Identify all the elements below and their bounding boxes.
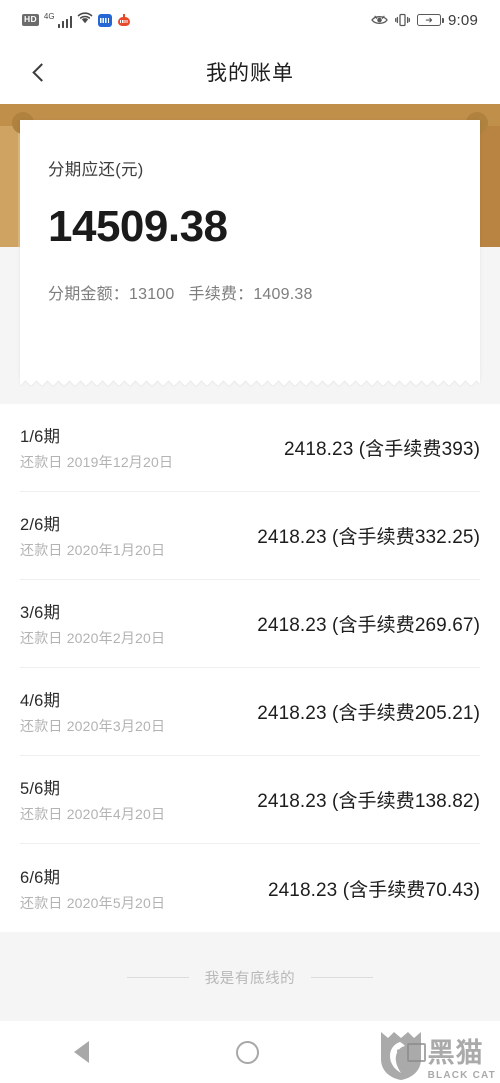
status-clock: 9:09 <box>448 11 478 29</box>
installment-amount: 2418.23 (含手续费205.21) <box>257 703 480 724</box>
page-header: 我的账单 <box>0 40 500 104</box>
summary-banner: 分期应还(元) 14509.38 分期金额：13100 手续费：1409.38 <box>0 104 500 404</box>
installment-due-date: 还款日 2020年4月20日 <box>20 806 166 822</box>
footer-line-left <box>126 976 189 978</box>
receipt-zigzag-edge <box>20 375 480 385</box>
installment-due-date: 还款日 2020年3月20日 <box>20 718 166 734</box>
installment-due-date: 还款日 2019年12月20日 <box>20 454 174 470</box>
installment-amount: 2418.23 (含手续费138.82) <box>257 791 480 812</box>
installment-info: 4/6期还款日 2020年3月20日 <box>20 687 165 736</box>
installment-amount: 2418.23 (含手续费332.25) <box>257 527 480 548</box>
back-button[interactable] <box>16 40 62 104</box>
status-bar: HD 4G ➜ 9:09 <box>0 0 500 40</box>
installment-amount: 2418.23 (含手续费393) <box>283 439 480 460</box>
installment-term: 6/6期 <box>20 868 61 887</box>
installment-info: 3/6期还款日 2020年2月20日 <box>20 599 165 648</box>
fee-label: 手续费： <box>188 286 254 303</box>
blue-app-icon <box>98 13 113 27</box>
signal-bars-icon: 4G <box>43 11 73 28</box>
table-row[interactable]: 4/6期还款日 2020年3月20日 2418.23 (含手续费205.21) <box>20 668 480 756</box>
installment-due-date: 还款日 2020年1月20日 <box>20 542 166 558</box>
footer-line-right <box>311 976 374 978</box>
list-end-footer: 我是有底线的 <box>0 932 500 1022</box>
principal-value: 13100 <box>129 286 175 303</box>
table-row[interactable]: 2/6期还款日 2020年1月20日 2418.23 (含手续费332.25) <box>20 492 480 580</box>
table-row[interactable]: 3/6期还款日 2020年2月20日 2418.23 (含手续费269.67) <box>20 580 480 668</box>
vibrate-icon <box>395 13 410 27</box>
battery-charging-icon: ➜ <box>417 14 444 26</box>
installment-term: 4/6期 <box>20 692 61 710</box>
status-bar-right: ➜ 9:09 <box>371 12 478 29</box>
installment-info: 2/6期还款日 2020年1月20日 <box>20 511 165 560</box>
network-label: 4G <box>43 11 55 21</box>
summary-amount: 14509.38 <box>48 202 228 251</box>
installment-amount: 2418.23 (含手续费70.43) <box>267 879 480 901</box>
installment-due-date: 还款日 2020年5月20日 <box>20 894 166 911</box>
eye-icon <box>371 14 388 26</box>
signal-bars-glyph <box>57 16 73 28</box>
installment-due-date: 还款日 2020年2月20日 <box>20 630 166 646</box>
nav-recent-square-icon[interactable] <box>407 1042 427 1062</box>
installment-list: 1/6期还款日 2019年12月20日 2418.23 (含手续费393) 2/6期… <box>0 404 500 932</box>
phone-screen: HD 4G ➜ 9:09 我的账单 分期应还(元) 14509.38 分期金额：… <box>0 0 500 1083</box>
installment-info: 5/6期还款日 2020年4月20日 <box>20 775 165 824</box>
fee-value: 1409.38 <box>253 286 313 303</box>
principal-label: 分期金额： <box>48 286 130 303</box>
summary-breakdown: 分期金额：13100 手续费：1409.38 <box>48 280 452 304</box>
wifi-icon <box>77 11 93 29</box>
nav-back-triangle-icon[interactable] <box>73 1041 89 1063</box>
page-title: 我的账单 <box>206 62 294 85</box>
nav-home-circle-icon[interactable] <box>236 1040 260 1064</box>
installment-term: 5/6期 <box>20 780 61 798</box>
table-row[interactable]: 6/6期还款日 2020年5月20日 2418.23 (含手续费70.43) <box>20 844 480 932</box>
installment-term: 1/6期 <box>20 428 61 446</box>
red-app-icon <box>117 13 131 27</box>
chevron-left-icon <box>31 62 51 82</box>
installment-term: 2/6期 <box>20 516 61 534</box>
installment-info: 6/6期还款日 2020年5月20日 <box>20 864 165 913</box>
installment-term: 3/6期 <box>20 604 61 622</box>
hd-icon: HD <box>22 14 39 26</box>
table-row[interactable]: 1/6期还款日 2019年12月20日 2418.23 (含手续费393) <box>20 404 480 492</box>
summary-label: 分期应还(元) <box>48 161 144 179</box>
installment-amount: 2418.23 (含手续费269.67) <box>257 615 480 636</box>
system-navigation-bar <box>0 1021 500 1083</box>
summary-receipt-card: 分期应还(元) 14509.38 分期金额：13100 手续费：1409.38 <box>20 120 480 385</box>
footer-end-text: 我是有底线的 <box>204 970 296 987</box>
status-bar-left: HD 4G <box>22 11 131 29</box>
installment-info: 1/6期还款日 2019年12月20日 <box>20 423 173 472</box>
table-row[interactable]: 5/6期还款日 2020年4月20日 2418.23 (含手续费138.82) <box>20 756 480 844</box>
